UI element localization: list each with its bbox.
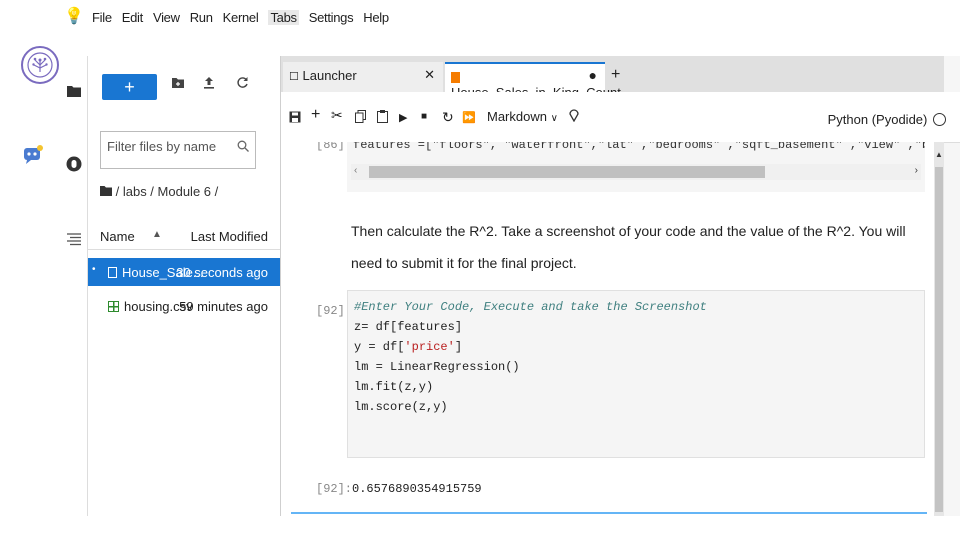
running-dot-icon: • bbox=[92, 264, 96, 275]
file-row[interactable]: • House_Sale... 30 seconds ago bbox=[88, 258, 280, 286]
file-row[interactable]: housing.csv 59 minutes ago bbox=[88, 292, 280, 320]
cell-output: 0.6576890354915759 bbox=[352, 482, 482, 496]
kernel-status-icon bbox=[933, 113, 946, 126]
notebook-icon bbox=[451, 72, 460, 83]
filter-placeholder: Filter files by name bbox=[107, 139, 217, 154]
lightbulb-icon: 💡 bbox=[64, 8, 84, 25]
running-kernels-icon[interactable] bbox=[66, 156, 82, 172]
paste-icon[interactable] bbox=[377, 110, 388, 126]
folder-icon[interactable] bbox=[100, 186, 112, 196]
file-list-header: Name ▲ Last Modified bbox=[88, 221, 280, 250]
file-browser: + Filter files by name / labs / Module 6… bbox=[88, 56, 281, 516]
code-line: lm.fit(z,y) bbox=[354, 380, 434, 394]
ai-assistant-icon[interactable] bbox=[22, 144, 44, 172]
scroll-up-icon[interactable]: ▲ bbox=[935, 150, 943, 159]
menu-help[interactable]: Help bbox=[363, 10, 389, 25]
menu-run[interactable]: Run bbox=[190, 10, 213, 25]
new-launcher-button[interactable]: + bbox=[102, 74, 157, 100]
scrollbar-thumb[interactable] bbox=[935, 167, 943, 512]
code-line: features =["floors", "waterfront","lat" … bbox=[353, 142, 925, 152]
restart-icon[interactable]: ↻ bbox=[442, 109, 454, 126]
folder-icon[interactable] bbox=[67, 84, 81, 98]
fast-forward-icon[interactable]: ⏩ bbox=[462, 111, 476, 124]
vertical-scrollbar[interactable]: ▲ bbox=[934, 142, 944, 516]
chevron-down-icon: ∨ bbox=[550, 113, 558, 124]
notebook-icon bbox=[108, 267, 117, 278]
code-cell[interactable]: features =["floors", "waterfront","lat" … bbox=[347, 142, 925, 192]
code-cell[interactable]: #Enter Your Code, Execute and take the S… bbox=[347, 290, 925, 458]
scroll-right-icon[interactable]: › bbox=[915, 165, 918, 176]
code-line: y = df['price'] bbox=[354, 340, 463, 354]
kernel-name: Python (Pyodide) bbox=[827, 112, 928, 127]
save-icon[interactable] bbox=[289, 110, 301, 126]
horizontal-scrollbar[interactable]: ‹ › bbox=[351, 164, 921, 180]
column-name[interactable]: Name bbox=[100, 229, 135, 244]
kernel-indicator[interactable]: Python (Pyodide) bbox=[828, 112, 946, 127]
tab-label: Launcher bbox=[302, 68, 357, 83]
output-prompt: [92]: bbox=[316, 482, 353, 496]
table-of-contents-icon[interactable] bbox=[67, 232, 81, 246]
cell-type-value: Markdown bbox=[487, 109, 547, 124]
stop-icon[interactable]: ■ bbox=[421, 111, 427, 122]
app-logo bbox=[21, 46, 59, 84]
refresh-icon[interactable] bbox=[236, 76, 249, 93]
menu-kernel[interactable]: Kernel bbox=[223, 10, 259, 25]
breadcrumb: / labs / Module 6 / bbox=[100, 184, 218, 199]
menu-file[interactable]: File bbox=[92, 10, 112, 25]
unsaved-dot-icon[interactable]: ● bbox=[589, 67, 597, 83]
run-icon[interactable]: ▶ bbox=[399, 111, 407, 124]
cut-icon[interactable]: ✂ bbox=[331, 107, 343, 124]
upload-icon[interactable] bbox=[203, 76, 215, 94]
tab-notebook[interactable]: House_Sales_in_King_Count_ ● bbox=[445, 62, 628, 100]
launcher-icon: ☐ bbox=[289, 71, 299, 83]
notebook-panel: [86]: features =["floors", "waterfront",… bbox=[281, 142, 935, 516]
debugger-icon[interactable] bbox=[569, 108, 579, 125]
file-modified: 59 minutes ago bbox=[179, 299, 268, 314]
close-icon[interactable]: ✕ bbox=[424, 67, 435, 83]
menu-tabs[interactable]: Tabs bbox=[268, 10, 299, 25]
markdown-cell[interactable]: Then calculate the R^2. Take a screensho… bbox=[351, 215, 931, 279]
breadcrumb-path[interactable]: / labs / Module 6 / bbox=[116, 184, 219, 199]
copy-icon[interactable] bbox=[355, 110, 366, 126]
tab-bar: ☐ Launcher ✕ House_Sales_in_King_Count_ … bbox=[281, 56, 960, 100]
filter-files-input[interactable]: Filter files by name bbox=[100, 131, 256, 169]
active-cell-indicator bbox=[291, 512, 927, 514]
code-line: z= df[features] bbox=[354, 320, 463, 334]
notebook-toolbar: + ✂ ▶ ■ ↻ ⏩ Markdown ∨ Python (Pyodide) bbox=[281, 92, 960, 143]
scroll-left-icon[interactable]: ‹ bbox=[354, 165, 357, 176]
code-line: lm.score(z,y) bbox=[354, 400, 448, 414]
scrollbar-thumb[interactable] bbox=[369, 166, 765, 178]
menu-view[interactable]: View bbox=[153, 10, 180, 25]
code-line: #Enter Your Code, Execute and take the S… bbox=[354, 300, 707, 314]
code-line: lm = LinearRegression() bbox=[354, 360, 520, 374]
chat-bot-icon bbox=[24, 145, 43, 164]
cell-type-select[interactable]: Markdown ∨ bbox=[487, 109, 558, 124]
menu-edit[interactable]: Edit bbox=[122, 10, 144, 25]
spreadsheet-icon bbox=[108, 301, 119, 312]
file-modified: 30 seconds ago bbox=[176, 265, 268, 280]
menu-settings[interactable]: Settings bbox=[309, 10, 354, 25]
add-tab-icon[interactable]: + bbox=[611, 66, 620, 84]
add-cell-icon[interactable]: + bbox=[311, 106, 320, 124]
new-folder-icon[interactable] bbox=[172, 76, 184, 93]
sort-ascending-icon: ▲ bbox=[152, 229, 162, 240]
column-last-modified[interactable]: Last Modified bbox=[191, 229, 268, 244]
activity-bar bbox=[62, 56, 88, 516]
tab-launcher[interactable]: ☐ Launcher ✕ bbox=[283, 62, 443, 92]
tree-logo-icon bbox=[27, 52, 53, 78]
search-icon bbox=[237, 140, 249, 155]
